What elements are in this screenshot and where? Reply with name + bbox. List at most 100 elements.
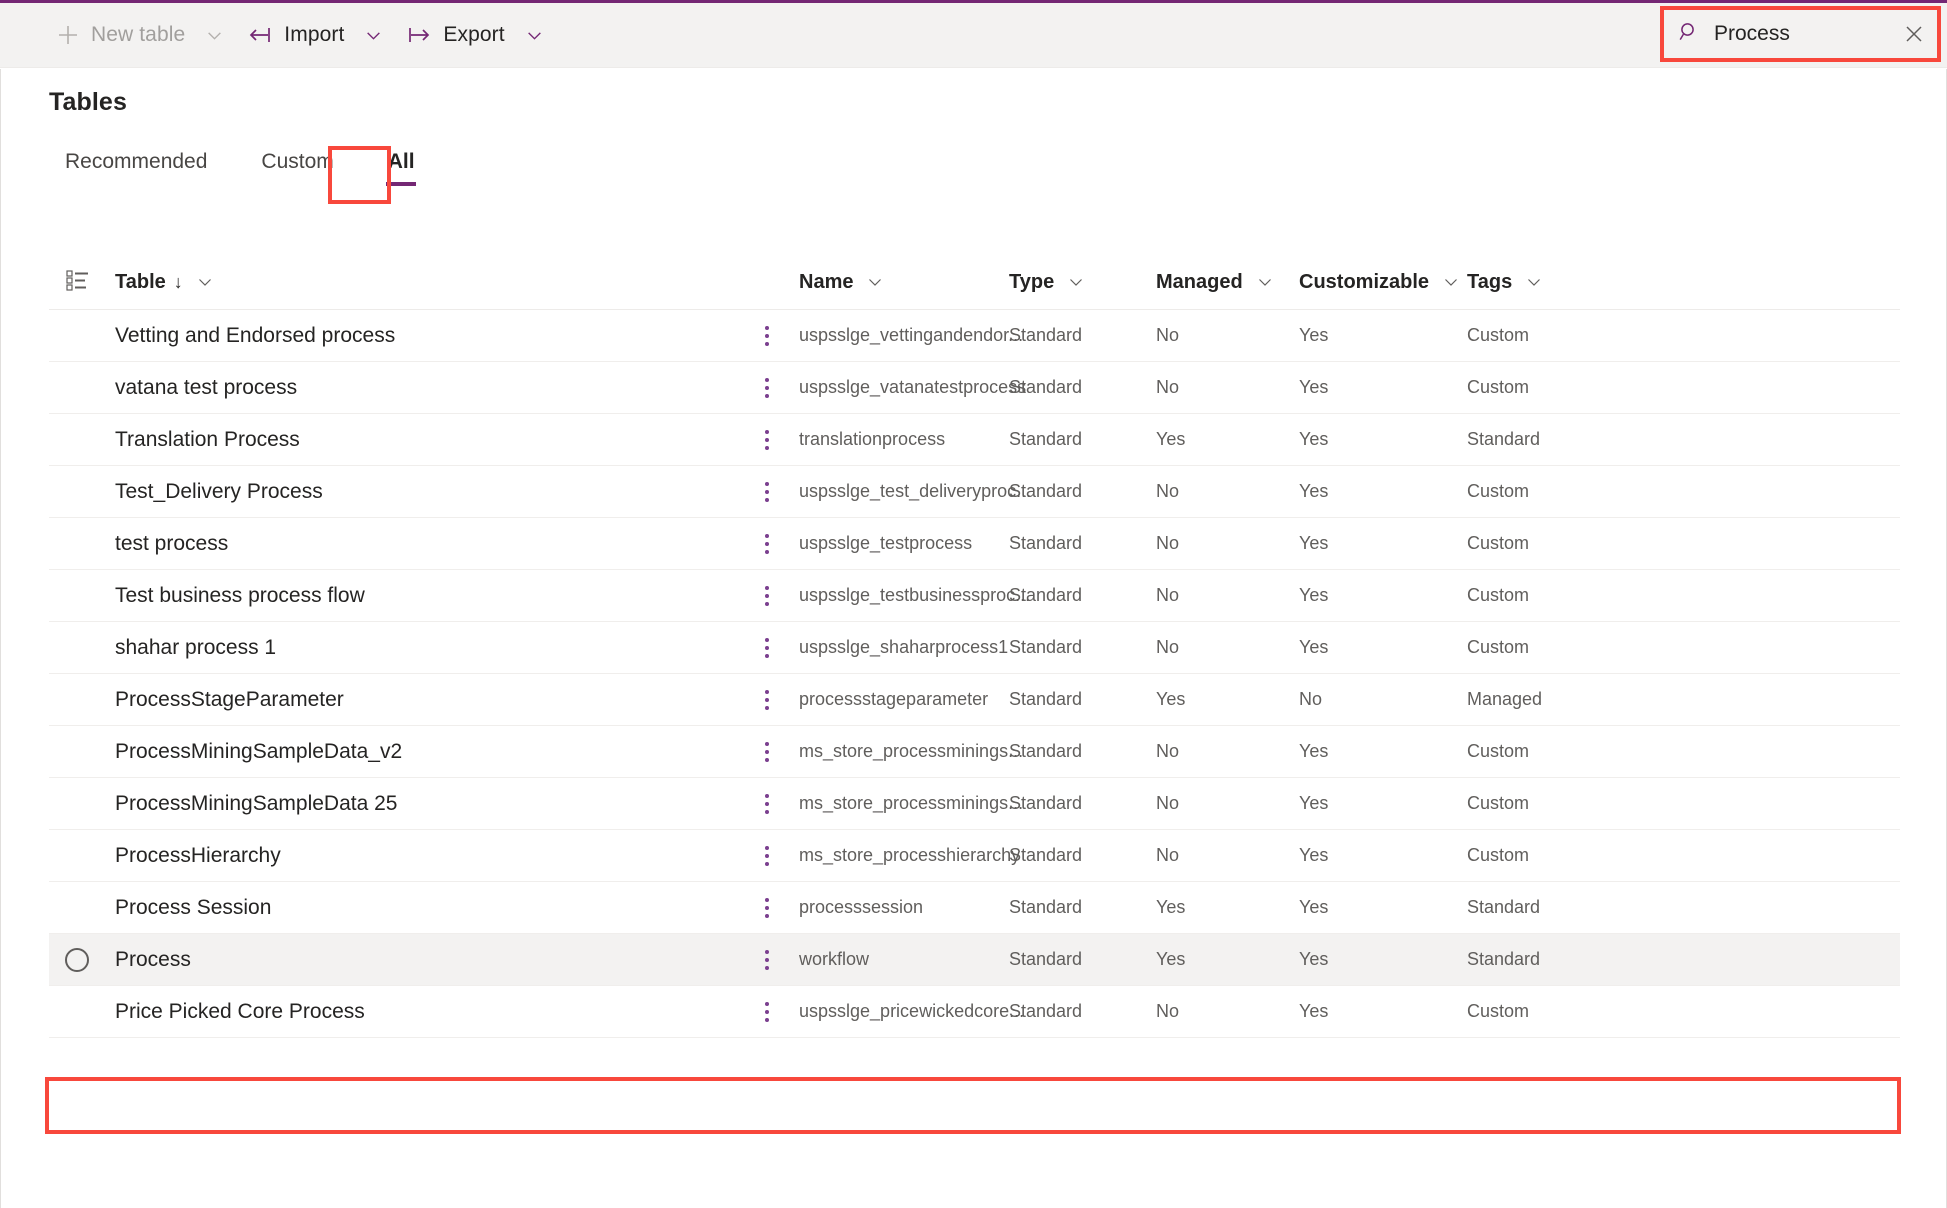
- row-more-actions-cell[interactable]: [735, 533, 799, 554]
- import-label: Import: [284, 23, 345, 46]
- cell-type: Standard: [1009, 741, 1083, 761]
- more-vertical-icon[interactable]: [765, 1001, 769, 1022]
- more-vertical-icon[interactable]: [765, 637, 769, 658]
- cell-table-display-name: Price Picked Core Process: [115, 999, 365, 1023]
- row-more-actions-cell[interactable]: [735, 949, 799, 970]
- table-row[interactable]: ProcessMiningSampleData_v2 ms_store_proce…: [49, 726, 1900, 778]
- chevron-down-icon[interactable]: [365, 27, 382, 44]
- more-vertical-icon[interactable]: [765, 845, 769, 866]
- chevron-down-icon[interactable]: [206, 27, 223, 44]
- cell-table-display-name: Process Session: [115, 895, 272, 919]
- row-more-actions-cell[interactable]: [735, 377, 799, 398]
- chevron-down-icon[interactable]: [197, 274, 213, 290]
- cell-table-display-name: Translation Process: [115, 427, 300, 451]
- search-input[interactable]: Process: [1714, 22, 1889, 46]
- cell-managed: No: [1156, 1001, 1180, 1021]
- table-row[interactable]: ProcessMiningSampleData 25 ms_store_proce…: [49, 778, 1900, 830]
- row-more-actions-cell[interactable]: [735, 689, 799, 710]
- cell-tags: Custom: [1467, 377, 1530, 397]
- cell-managed: No: [1156, 637, 1180, 657]
- cell-type: Standard: [1009, 1001, 1083, 1021]
- more-vertical-icon[interactable]: [765, 533, 769, 554]
- table-row[interactable]: Price Picked Core Process uspsslge_pricew…: [49, 986, 1900, 1038]
- more-vertical-icon[interactable]: [765, 689, 769, 710]
- cell-type: Standard: [1009, 793, 1083, 813]
- close-icon[interactable]: [1903, 23, 1925, 45]
- column-header-customizable[interactable]: Customizable: [1299, 271, 1467, 294]
- tables-grid: Table ↓ Name Type Managed Customizable T…: [49, 255, 1900, 1038]
- cell-type: Standard: [1009, 897, 1083, 917]
- cell-customizable: Yes: [1299, 1001, 1329, 1021]
- import-button[interactable]: Import: [235, 13, 394, 57]
- more-vertical-icon[interactable]: [765, 429, 769, 450]
- more-vertical-icon[interactable]: [765, 949, 769, 970]
- table-row[interactable]: shahar process 1 uspsslge_shaharprocess1 S…: [49, 622, 1900, 674]
- search-box-inner[interactable]: Process: [1660, 6, 1941, 62]
- chevron-down-icon[interactable]: [1443, 274, 1459, 290]
- chevron-down-icon[interactable]: [867, 274, 883, 290]
- column-header-type[interactable]: Type: [1009, 271, 1156, 294]
- chevron-down-icon[interactable]: [1068, 274, 1084, 290]
- command-bar-actions: New table Import Export: [0, 13, 555, 57]
- cell-type: Standard: [1009, 845, 1083, 865]
- column-header-managed[interactable]: Managed: [1156, 271, 1299, 294]
- more-vertical-icon[interactable]: [765, 741, 769, 762]
- table-row[interactable]: test process uspsslge_testprocess Standard…: [49, 518, 1900, 570]
- column-options-button[interactable]: [49, 267, 115, 298]
- column-header-name[interactable]: Name: [799, 271, 1009, 294]
- more-vertical-icon[interactable]: [765, 585, 769, 606]
- table-row[interactable]: vatana test process uspsslge_vatanatestpr…: [49, 362, 1900, 414]
- cell-table-display-name: ProcessStageParameter: [115, 687, 344, 711]
- cell-logical-name: uspsslge_test_deliveryproc...: [799, 481, 1032, 501]
- cell-logical-name: uspsslge_pricewickedcore...: [799, 1001, 1025, 1021]
- more-vertical-icon[interactable]: [765, 897, 769, 918]
- table-row[interactable]: Process Session processsession Standard Yes…: [49, 882, 1900, 934]
- more-vertical-icon[interactable]: [765, 377, 769, 398]
- row-select-cell[interactable]: [49, 947, 115, 972]
- table-row[interactable]: Process workflow Standard Yes Yes Standard: [49, 934, 1900, 986]
- row-more-actions-cell[interactable]: [735, 845, 799, 866]
- row-more-actions-cell[interactable]: [735, 429, 799, 450]
- column-header-table[interactable]: Table ↓: [115, 271, 735, 294]
- export-button[interactable]: Export: [394, 13, 554, 57]
- tab-recommended[interactable]: Recommended: [49, 150, 223, 190]
- column-header-tags[interactable]: Tags: [1467, 271, 1667, 294]
- table-row[interactable]: Test business process flow uspsslge_testb…: [49, 570, 1900, 622]
- chevron-down-icon[interactable]: [1526, 274, 1542, 290]
- tab-custom[interactable]: Custom: [245, 150, 349, 190]
- row-more-actions-cell[interactable]: [735, 741, 799, 762]
- more-vertical-icon[interactable]: [765, 793, 769, 814]
- table-row[interactable]: ProcessStageParameter processstageparamet…: [49, 674, 1900, 726]
- new-table-button[interactable]: New table: [44, 13, 235, 57]
- grid-header-row: Table ↓ Name Type Managed Customizable T…: [49, 255, 1900, 310]
- cell-tags: Custom: [1467, 637, 1530, 657]
- row-more-actions-cell[interactable]: [735, 481, 799, 502]
- row-more-actions-cell[interactable]: [735, 793, 799, 814]
- row-more-actions-cell[interactable]: [735, 897, 799, 918]
- more-vertical-icon[interactable]: [765, 325, 769, 346]
- table-row[interactable]: Test_Delivery Process uspsslge_test_deliv…: [49, 466, 1900, 518]
- row-more-actions-cell[interactable]: [735, 585, 799, 606]
- more-vertical-icon[interactable]: [765, 481, 769, 502]
- table-row[interactable]: Vetting and Endorsed process uspsslge_vet…: [49, 310, 1900, 362]
- page-left-edge: [0, 69, 1, 1208]
- cell-tags: Custom: [1467, 1001, 1530, 1021]
- row-more-actions-cell[interactable]: [735, 325, 799, 346]
- search-box[interactable]: Process: [1660, 6, 1941, 62]
- chevron-down-icon[interactable]: [1257, 274, 1273, 290]
- tables-page: New table Import Export Process Tables R…: [0, 0, 1947, 1208]
- row-radio-button[interactable]: [65, 947, 89, 972]
- cell-tags: Standard: [1467, 897, 1541, 917]
- tab-all[interactable]: All: [372, 150, 431, 190]
- table-row[interactable]: Translation Process translationprocess Sta…: [49, 414, 1900, 466]
- row-more-actions-cell[interactable]: [735, 637, 799, 658]
- cell-logical-name: processstageparameter: [799, 689, 989, 709]
- row-more-actions-cell[interactable]: [735, 1001, 799, 1022]
- cell-managed: No: [1156, 533, 1180, 553]
- export-arrow-icon: [406, 25, 432, 45]
- table-row[interactable]: ProcessHierarchy ms_store_processhierarch…: [49, 830, 1900, 882]
- chevron-down-icon[interactable]: [526, 27, 543, 44]
- cell-logical-name: ms_store_processminings...: [799, 793, 1024, 813]
- cell-managed: Yes: [1156, 949, 1186, 969]
- cell-logical-name: uspsslge_vatanatestprocess: [799, 377, 1027, 397]
